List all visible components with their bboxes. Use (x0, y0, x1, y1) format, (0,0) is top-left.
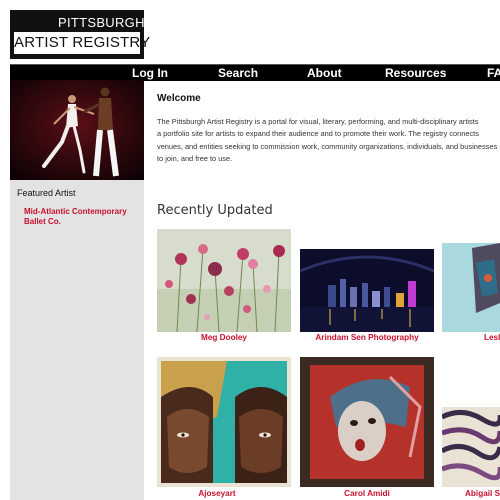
nav-login[interactable]: Log In (132, 65, 168, 81)
artist-thumbnail[interactable] (442, 243, 500, 332)
welcome-text: The Pittsburgh Artist Registry is a port… (157, 116, 500, 166)
welcome-heading: Welcome (157, 93, 201, 104)
nav-about[interactable]: About (307, 65, 342, 81)
artist-card[interactable]: Carol Amidi (300, 357, 434, 500)
artist-card[interactable]: Ajoseyart (157, 357, 291, 500)
artist-name-link[interactable]: Arindam Sen Photography (300, 333, 434, 342)
artist-name-link[interactable]: Carol Amidi (300, 489, 434, 498)
nav-search[interactable]: Search (218, 65, 258, 81)
artist-thumbnail[interactable] (300, 249, 434, 332)
artist-name-link[interactable]: Ajoseyart (157, 489, 277, 498)
logo-line-1: PITTSBURGH (58, 15, 145, 30)
artist-name-link[interactable]: Meg Dooley (157, 333, 291, 342)
welcome-line: a portfolio site for artists to expand t… (157, 129, 479, 139)
artist-thumbnail[interactable] (442, 407, 500, 487)
featured-artist-image[interactable] (10, 80, 144, 180)
site-logo[interactable]: PITTSBURGH ARTIST REGISTRY (10, 10, 150, 59)
nav-resources[interactable]: Resources (385, 65, 446, 81)
sidebar: Featured Artist Mid-Atlantic Contemporar… (10, 80, 144, 500)
artist-thumbnail[interactable] (157, 229, 291, 332)
artist-thumbnail[interactable] (157, 357, 291, 487)
featured-artist-link[interactable]: Mid-Atlantic Contemporary Ballet Co. (24, 207, 134, 227)
featured-artist-label: Featured Artist (17, 188, 76, 198)
recently-updated-heading: Recently Updated (157, 203, 273, 218)
logo-line-2: ARTIST REGISTRY (14, 32, 150, 54)
artist-thumbnail[interactable] (300, 357, 434, 487)
artist-card[interactable]: Leslie (442, 243, 500, 347)
artist-card[interactable]: Meg Dooley (157, 229, 291, 347)
artist-name-link[interactable]: Abigail S (465, 489, 500, 498)
welcome-line: to join, and free to use. (157, 154, 233, 164)
main-nav: Log In Search About Resources FAQ (10, 64, 500, 81)
nav-faq[interactable]: FAQ (487, 65, 500, 81)
welcome-line: venues, and entities seeking to commissi… (157, 141, 498, 151)
artist-card[interactable]: Arindam Sen Photography (300, 249, 434, 347)
artist-card[interactable]: Abigail S (442, 407, 500, 500)
welcome-line: The Pittsburgh Artist Registry is a port… (157, 117, 479, 126)
artist-name-link[interactable]: Leslie (484, 333, 500, 342)
